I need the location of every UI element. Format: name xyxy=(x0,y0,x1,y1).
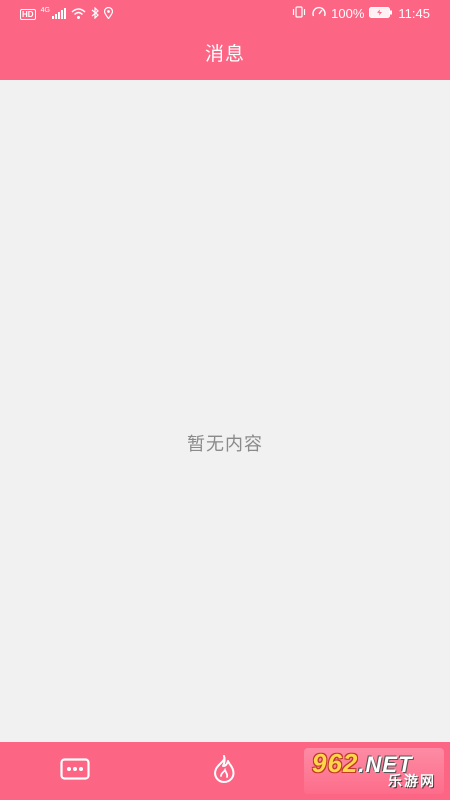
status-bar: HD 4G 100% 11:45 xyxy=(0,0,450,28)
page-title: 消息 xyxy=(204,43,245,65)
vibrate-icon xyxy=(291,6,307,21)
watermark-site-name: 乐游网 xyxy=(388,774,436,790)
nav-more-button[interactable] xyxy=(58,755,92,787)
battery-percent: 100% xyxy=(331,6,365,21)
location-icon xyxy=(103,6,114,22)
bottom-nav: 962.NET 乐游网 xyxy=(0,742,450,800)
wifi-icon xyxy=(71,7,86,22)
more-icon xyxy=(60,758,90,784)
hd-badge: HD xyxy=(20,9,36,20)
fire-icon xyxy=(211,754,237,788)
clock-time: 11:45 xyxy=(398,6,430,21)
app-header: 消息 xyxy=(0,28,450,80)
bluetooth-icon xyxy=(91,6,99,22)
status-right-group: 100% 11:45 xyxy=(291,6,430,21)
site-watermark: 962.NET 乐游网 xyxy=(304,748,444,794)
nav-fire-button[interactable] xyxy=(207,755,241,787)
speed-icon xyxy=(312,6,326,21)
battery-icon xyxy=(369,6,393,21)
empty-state-text: 暂无内容 xyxy=(187,434,263,455)
message-list-area[interactable]: 暂无内容 xyxy=(0,80,450,742)
watermark-logo-number: 962 xyxy=(312,748,359,778)
status-left-group: HD 4G xyxy=(20,6,114,22)
network-type-label: 4G xyxy=(40,7,50,14)
signal-icon xyxy=(51,7,66,22)
